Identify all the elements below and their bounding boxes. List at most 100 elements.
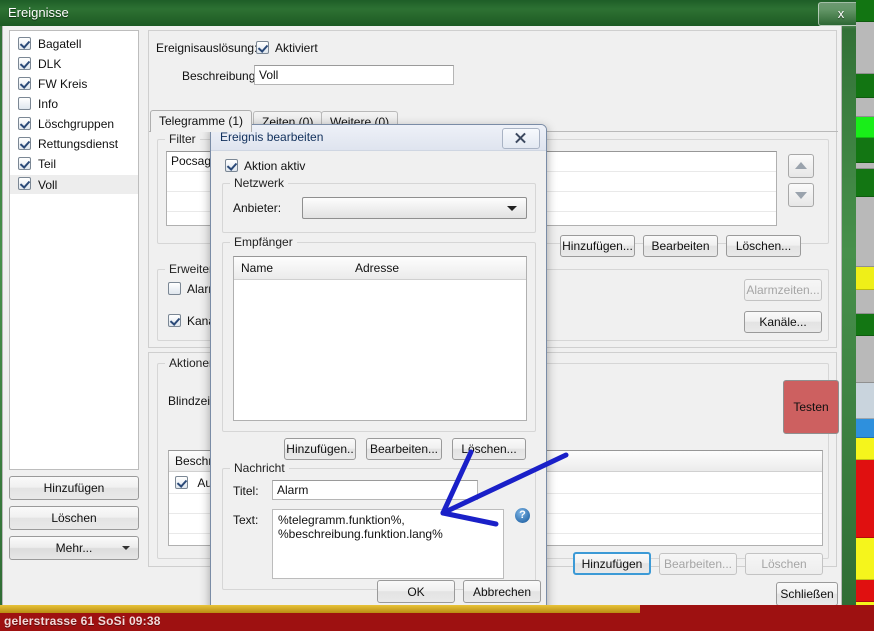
color-band bbox=[856, 580, 874, 602]
trigger-label: Ereignisauslösung: bbox=[156, 41, 257, 55]
color-band bbox=[856, 117, 874, 138]
sidebar-more-button[interactable]: Mehr... bbox=[9, 536, 139, 560]
sidebar-item-label: Voll bbox=[38, 178, 57, 192]
color-band bbox=[856, 267, 874, 290]
color-band bbox=[856, 460, 874, 538]
status-color-strip bbox=[856, 0, 874, 631]
recipients-listbox[interactable]: Name Adresse bbox=[233, 256, 527, 421]
help-icon[interactable]: ? bbox=[515, 508, 530, 523]
close-button[interactable]: Schließen bbox=[776, 582, 838, 606]
filter-delete-button[interactable]: Löschen... bbox=[726, 235, 801, 257]
message-title-input[interactable]: Alarm bbox=[272, 480, 478, 500]
actions-edit-button[interactable]: Bearbeiten... bbox=[659, 553, 737, 575]
recipient-delete-button[interactable]: Löschen... bbox=[452, 438, 526, 460]
color-band bbox=[856, 538, 874, 580]
color-band bbox=[856, 197, 874, 267]
test-button[interactable]: Testen bbox=[783, 380, 839, 434]
edit-event-dialog: Ereignis bearbeiten Aktion aktiv Netzwer… bbox=[210, 124, 547, 613]
sidebar-item-label: Info bbox=[38, 97, 58, 111]
checkbox-audio[interactable] bbox=[175, 476, 188, 489]
trigger-checkbox-label: Aktiviert bbox=[275, 41, 318, 55]
list-item-selected[interactable]: Voll bbox=[10, 175, 138, 194]
sidebar-delete-button[interactable]: Löschen bbox=[9, 506, 139, 530]
checkbox-loeschgruppen[interactable] bbox=[18, 117, 31, 130]
recipients-legend: Empfänger bbox=[230, 235, 297, 249]
checkbox-bagatell[interactable] bbox=[18, 37, 31, 50]
message-text-label: Text: bbox=[233, 513, 258, 527]
description-label: Beschreibung: bbox=[182, 69, 259, 83]
color-band bbox=[856, 314, 874, 336]
sidebar-item-label: DLK bbox=[38, 57, 61, 71]
color-band bbox=[856, 169, 874, 197]
trigger-checkbox[interactable] bbox=[256, 41, 269, 54]
color-band bbox=[856, 0, 874, 22]
column-name: Name bbox=[241, 261, 273, 275]
list-item[interactable]: Bagatell bbox=[10, 35, 138, 53]
actions-add-button[interactable]: Hinzufügen bbox=[573, 552, 651, 575]
message-title-label: Titel: bbox=[233, 484, 259, 498]
message-group: Nachricht Titel: Alarm Text: %telegramm.… bbox=[222, 468, 536, 590]
cancel-button[interactable]: Abbrechen bbox=[463, 580, 541, 603]
column-adresse: Adresse bbox=[355, 261, 399, 275]
sidebar-item-label: Löschgruppen bbox=[38, 117, 114, 131]
actions-delete-button[interactable]: Löschen bbox=[745, 553, 823, 575]
checkbox-alarmierung[interactable] bbox=[168, 282, 181, 295]
color-band bbox=[856, 336, 874, 383]
arrow-down-icon bbox=[795, 192, 807, 199]
alarm-times-button[interactable]: Alarmzeiten... bbox=[744, 279, 822, 301]
message-text-area[interactable]: %telegramm.funktion%, %beschreibung.funk… bbox=[272, 509, 504, 579]
recipients-list-header: Name Adresse bbox=[234, 257, 526, 280]
channels-button[interactable]: Kanäle... bbox=[744, 311, 822, 333]
checkbox-kanaele[interactable] bbox=[168, 314, 181, 327]
color-band bbox=[856, 383, 874, 419]
chevron-down-icon bbox=[507, 206, 517, 211]
checkbox-rettungsdienst[interactable] bbox=[18, 137, 31, 150]
list-item[interactable]: DLK bbox=[10, 55, 138, 73]
filter-add-button[interactable]: Hinzufügen... bbox=[560, 235, 635, 257]
list-item[interactable]: Löschgruppen bbox=[10, 115, 138, 133]
dialog-title: Ereignis bearbeiten bbox=[220, 130, 323, 144]
checkbox-info[interactable] bbox=[18, 97, 31, 110]
list-item[interactable]: Teil bbox=[10, 155, 138, 173]
dialog-titlebar: Ereignis bearbeiten bbox=[211, 125, 546, 151]
ok-button[interactable]: OK bbox=[377, 580, 455, 603]
sidebar-item-label: Teil bbox=[38, 157, 56, 171]
network-group: Netzwerk Anbieter: bbox=[222, 183, 536, 233]
move-down-button[interactable] bbox=[788, 183, 814, 207]
color-band bbox=[856, 290, 874, 314]
checkbox-fw-kreis[interactable] bbox=[18, 77, 31, 90]
arrow-up-icon bbox=[795, 162, 807, 169]
event-list[interactable]: Bagatell DLK FW Kreis Info Löschgruppen bbox=[9, 30, 139, 470]
checkbox-voll[interactable] bbox=[18, 177, 31, 190]
description-input[interactable]: Voll bbox=[254, 65, 454, 85]
sidebar-item-label: Rettungsdienst bbox=[38, 137, 118, 151]
message-legend: Nachricht bbox=[230, 461, 289, 475]
list-item[interactable]: FW Kreis bbox=[10, 75, 138, 93]
checkbox-dlk[interactable] bbox=[18, 57, 31, 70]
network-legend: Netzwerk bbox=[230, 176, 288, 190]
move-up-button[interactable] bbox=[788, 154, 814, 178]
recipients-group: Empfänger Name Adresse bbox=[222, 242, 536, 432]
recipient-edit-button[interactable]: Bearbeiten... bbox=[366, 438, 442, 460]
color-band bbox=[856, 74, 874, 98]
active-checkbox-label: Aktion aktiv bbox=[244, 159, 305, 173]
recipient-add-button[interactable]: Hinzufügen.. bbox=[284, 438, 356, 460]
color-band bbox=[856, 438, 874, 460]
chevron-down-icon bbox=[122, 546, 130, 550]
dialog-close-button[interactable] bbox=[502, 128, 540, 149]
provider-combobox[interactable] bbox=[302, 197, 527, 219]
color-band bbox=[856, 419, 874, 438]
sidebar-add-button[interactable]: Hinzufügen bbox=[9, 476, 139, 500]
checkbox-teil[interactable] bbox=[18, 157, 31, 170]
checkbox-aktion-aktiv[interactable] bbox=[225, 159, 238, 172]
window-titlebar: Ereignisse x bbox=[0, 0, 874, 26]
status-bar: gelerstrasse 61 SoSi 09:38 bbox=[0, 605, 874, 631]
screen: Ereignisse x Bagatell DLK FW Kreis bbox=[0, 0, 874, 631]
sidebar-item-label: FW Kreis bbox=[38, 77, 87, 91]
color-band bbox=[856, 22, 874, 74]
filter-edit-button[interactable]: Bearbeiten bbox=[643, 235, 718, 257]
tab-telegramme[interactable]: Telegramme (1) bbox=[150, 110, 252, 132]
list-item[interactable]: Info bbox=[10, 95, 138, 113]
list-item[interactable]: Rettungsdienst bbox=[10, 135, 138, 153]
color-band bbox=[856, 98, 874, 117]
